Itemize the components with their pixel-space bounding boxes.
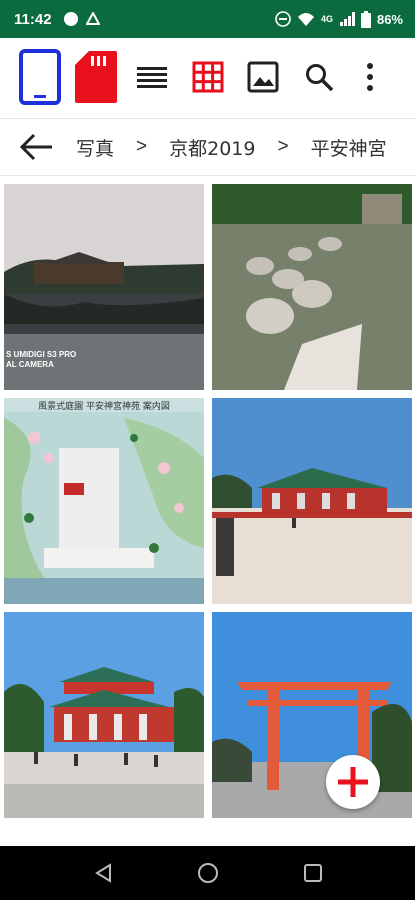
nav-back-icon — [95, 863, 111, 883]
breadcrumb: 写真 > 京都2019 > 平安神宮 — [0, 118, 415, 176]
plus-icon — [338, 767, 368, 797]
list-view-button[interactable] — [137, 65, 167, 89]
arrow-back-icon — [19, 133, 52, 161]
breadcrumb-item-kyoto2019[interactable]: 京都2019 — [169, 134, 255, 161]
phone-storage-icon — [19, 49, 61, 105]
network-type: 4G — [320, 14, 333, 24]
nav-back-button[interactable] — [90, 860, 116, 886]
battery-icon — [360, 10, 371, 28]
toolbar — [0, 38, 415, 116]
sd-card-icon — [75, 51, 117, 103]
photo-stepping-stones — [212, 184, 412, 390]
photo-thumbnail[interactable] — [212, 612, 412, 818]
search-icon — [306, 64, 334, 92]
breadcrumb-separator: > — [277, 136, 289, 157]
breadcrumb-item-heian-jingu[interactable]: 平安神宮 — [311, 134, 387, 161]
nav-recents-icon — [304, 864, 322, 882]
status-notification-icons — [63, 12, 100, 26]
camera-watermark: S UMIDIGI S3 PRO AL CAMERA — [6, 350, 77, 369]
status-right-icons: 4G 86% — [275, 0, 403, 38]
download-notification-icon — [85, 12, 100, 25]
more-options-button[interactable] — [365, 62, 375, 92]
status-time: 11:42 — [14, 10, 52, 28]
photo-torii-gate — [212, 612, 412, 818]
app-notification-icon — [63, 12, 78, 26]
grid-view-button[interactable] — [192, 61, 224, 93]
photo-garden-map: 風景式庭園 平安神宮神苑 案内図 — [4, 398, 204, 604]
photo-thumbnail[interactable]: S UMIDIGI S3 PRO AL CAMERA — [4, 184, 204, 390]
search-button[interactable] — [304, 62, 334, 92]
image-filter-button[interactable] — [247, 61, 279, 93]
photo-thumbnail[interactable] — [212, 398, 412, 604]
grid-view-icon — [192, 61, 224, 93]
add-button[interactable] — [326, 755, 380, 809]
photo-main-hall — [4, 612, 204, 818]
back-button[interactable] — [12, 123, 60, 171]
nav-home-button[interactable] — [195, 860, 221, 886]
status-bar: 11:42 4G 86% — [0, 0, 415, 38]
photo-shrine-courtyard — [212, 398, 412, 604]
image-icon — [247, 61, 279, 93]
breadcrumb-separator: > — [136, 136, 148, 157]
phone-storage-button[interactable] — [19, 49, 61, 105]
nav-recents-button[interactable] — [300, 860, 326, 886]
sd-card-button[interactable] — [75, 51, 117, 103]
photo-thumbnail[interactable] — [4, 612, 204, 818]
photo-thumbnail[interactable]: 風景式庭園 平安神宮神苑 案内図 — [4, 398, 204, 604]
do-not-disturb-icon — [275, 11, 291, 27]
signal-icon — [339, 12, 355, 26]
map-title: 風景式庭園 平安神宮神苑 案内図 — [38, 400, 170, 412]
list-view-icon — [137, 67, 167, 88]
nav-home-icon — [198, 863, 218, 883]
breadcrumb-item-photos[interactable]: 写真 — [76, 134, 114, 161]
system-navigation-bar — [0, 846, 415, 900]
wifi-icon — [297, 13, 314, 26]
more-vert-icon — [367, 63, 373, 91]
battery-percent: 86% — [376, 11, 403, 27]
photo-thumbnail[interactable] — [212, 184, 412, 390]
